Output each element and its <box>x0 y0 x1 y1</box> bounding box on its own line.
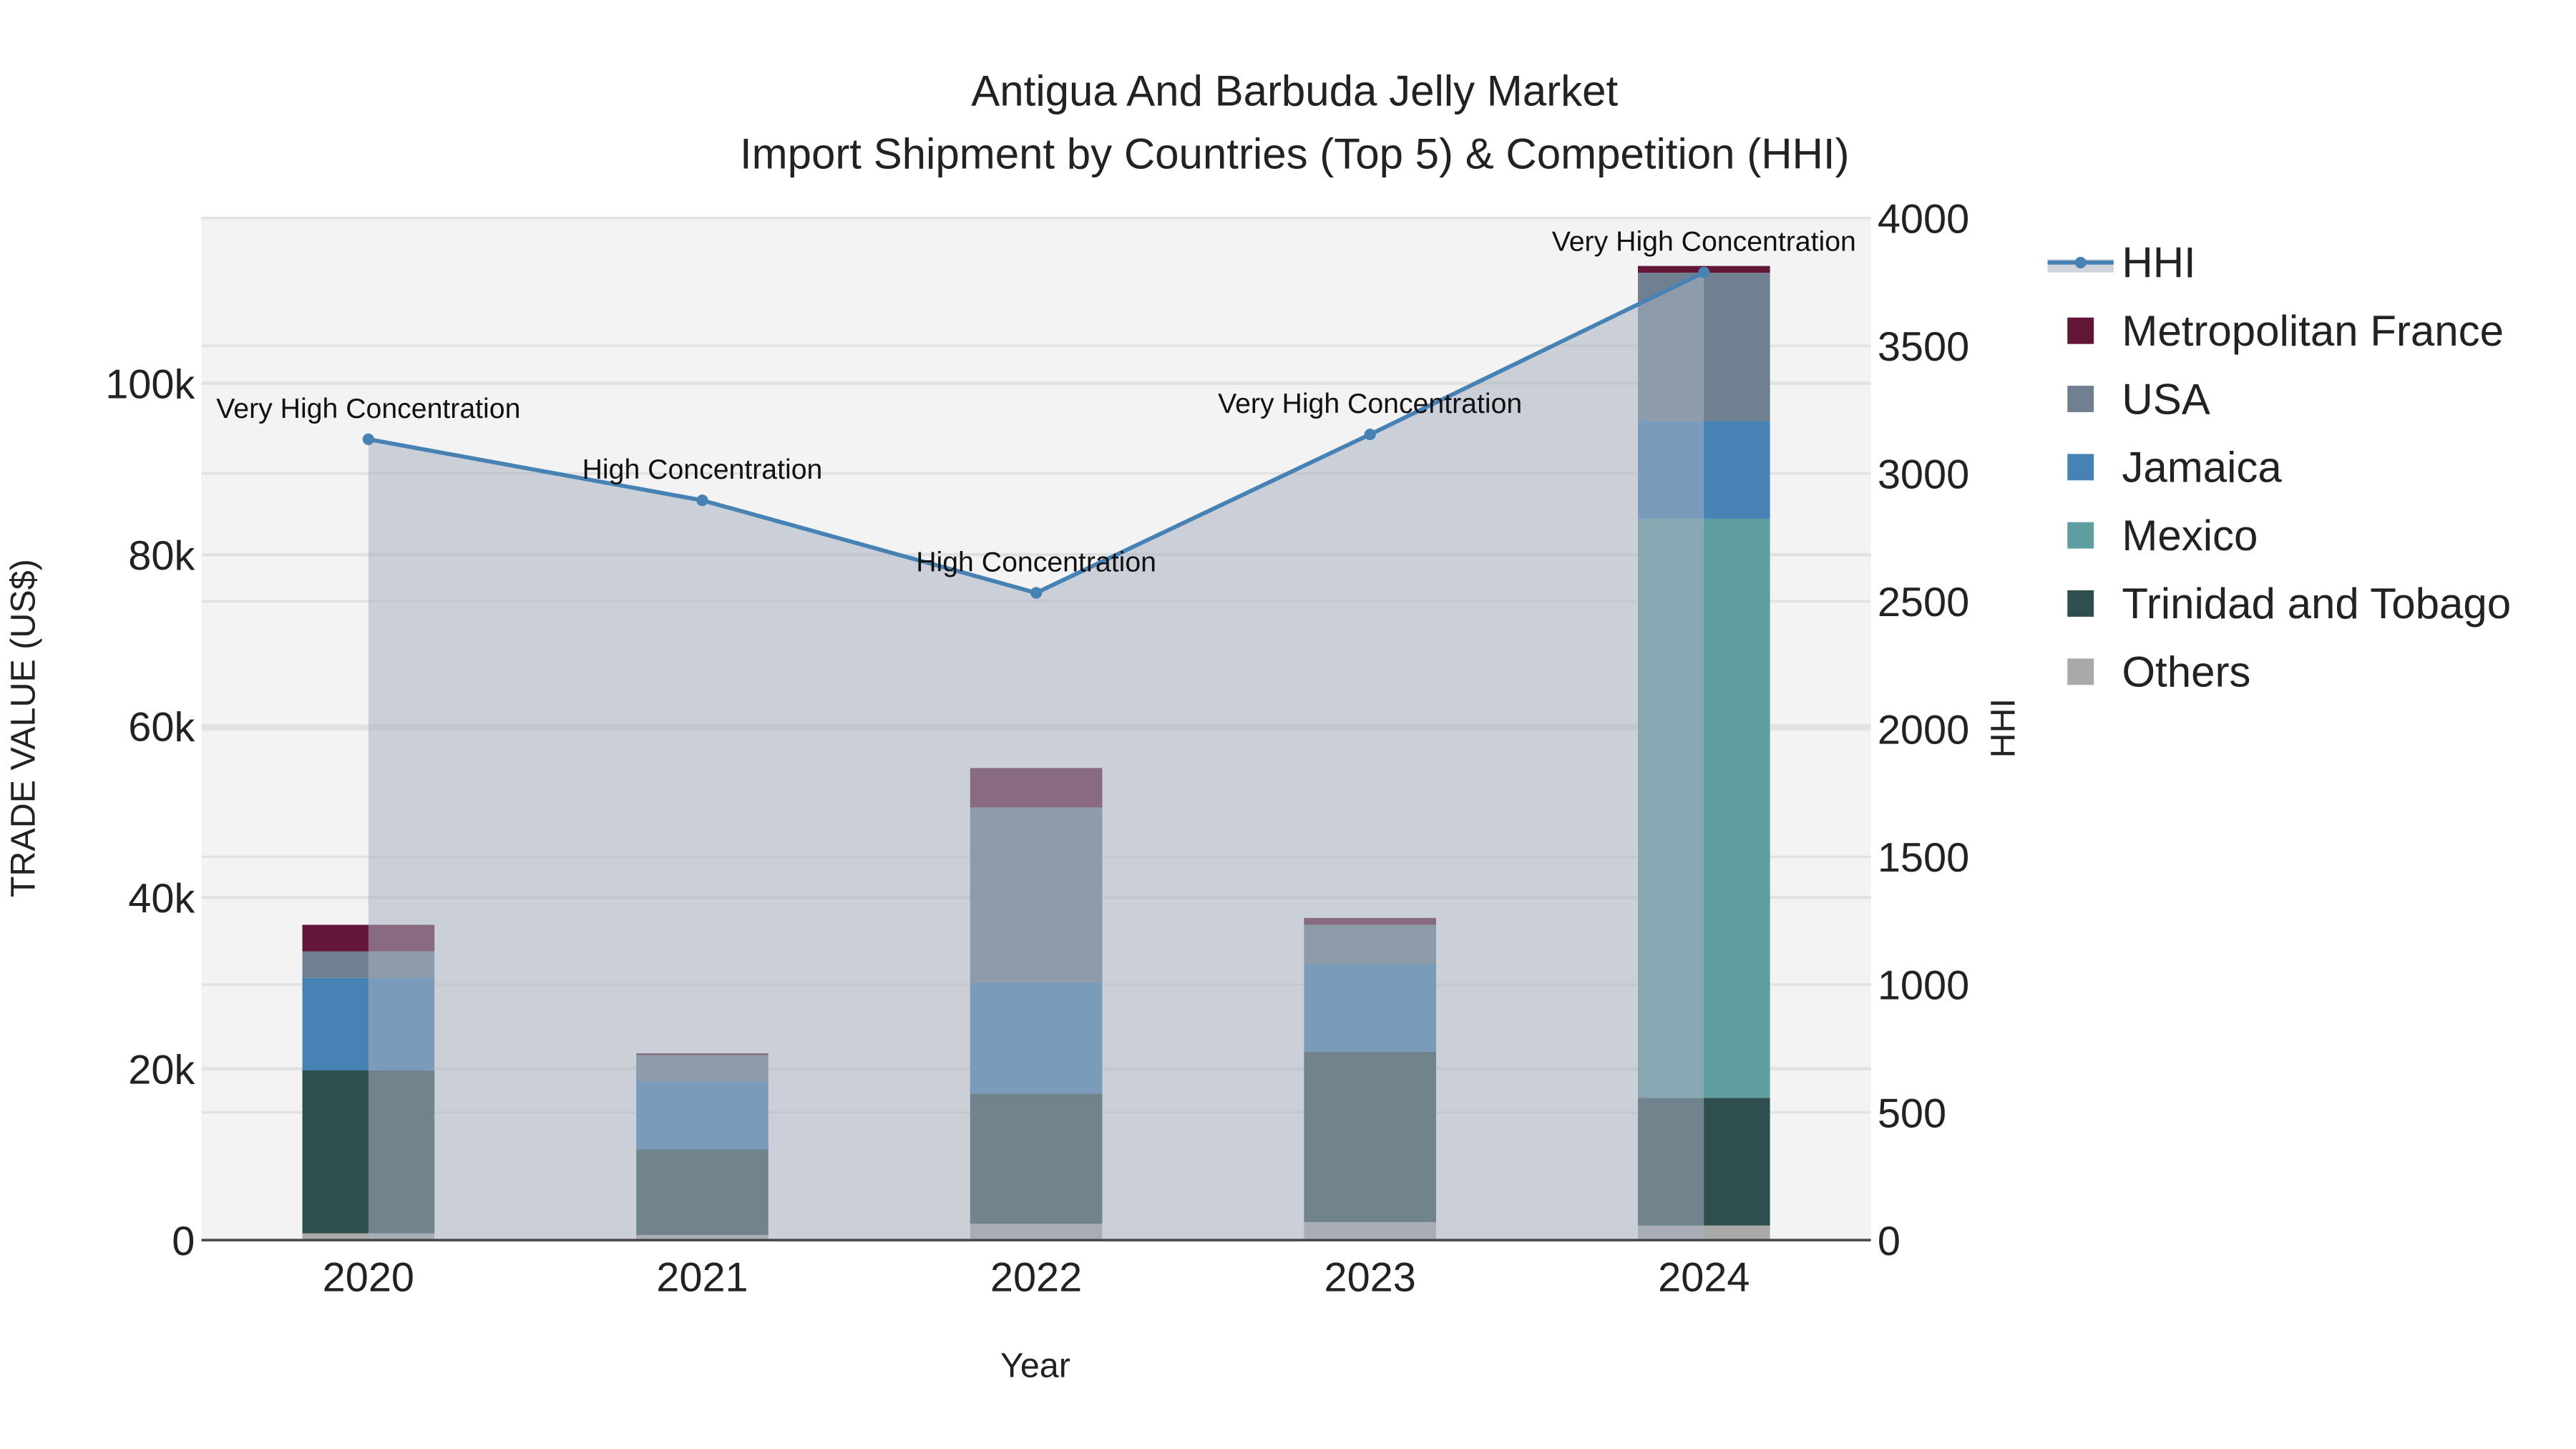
y-tick-label: 40k <box>128 876 195 922</box>
legend-label: USA <box>2122 375 2210 423</box>
y-tick-label: 100k <box>105 361 195 407</box>
y2-tick-label: 2000 <box>1878 708 1969 753</box>
hhi-point <box>1698 266 1710 278</box>
legend-label: Jamaica <box>2122 444 2282 492</box>
y2-tick-label: 3000 <box>1878 452 1969 498</box>
y2-tick-label: 4000 <box>1878 196 1969 242</box>
x-tick-label: 2023 <box>1324 1255 1416 1301</box>
legend-hhi-marker <box>2074 256 2087 268</box>
y2-tick-label: 0 <box>1878 1219 1901 1264</box>
legend-label: Mexico <box>2122 512 2258 560</box>
x-tick-label: 2021 <box>656 1255 748 1301</box>
hhi-annotation: High Concentration <box>582 454 823 485</box>
y-tick-label: 0 <box>172 1219 195 1264</box>
hhi-point <box>696 494 708 507</box>
y2-tick-label: 2500 <box>1878 580 1969 625</box>
chart-subtitle: Import Shipment by Countries (Top 5) & C… <box>740 130 1850 177</box>
legend-swatch <box>2067 590 2094 617</box>
y-axis-title: TRADE VALUE (US$) <box>4 559 42 897</box>
hhi-point <box>1364 429 1376 441</box>
legend-label: Metropolitan France <box>2122 307 2504 355</box>
y-tick-label: 80k <box>128 533 195 579</box>
y-tick-label: 20k <box>128 1047 195 1093</box>
y-tick-label: 60k <box>128 704 195 750</box>
legend-swatch <box>2067 317 2094 344</box>
x-tick-label: 2024 <box>1658 1255 1750 1301</box>
legend-swatch <box>2067 658 2094 686</box>
y2-tick-label: 3500 <box>1878 324 1969 370</box>
legend-label: Others <box>2122 648 2250 696</box>
chart-title: Antigua And Barbuda Jelly Market <box>971 67 1618 115</box>
y2-tick-label: 1500 <box>1878 835 1969 881</box>
x-axis-title: Year <box>1000 1347 1070 1385</box>
legend-swatch <box>2067 522 2094 549</box>
x-tick-label: 2020 <box>323 1255 414 1301</box>
legend-label: HHI <box>2122 239 2195 287</box>
y2-tick-label: 500 <box>1878 1091 1946 1136</box>
hhi-annotation: Very High Concentration <box>1552 226 1856 258</box>
hhi-point <box>1030 587 1043 599</box>
legend-label: Trinidad and Tobago <box>2122 580 2511 628</box>
hhi-annotation: High Concentration <box>916 547 1156 578</box>
hhi-point <box>362 433 374 445</box>
legend-swatch <box>2067 386 2094 412</box>
hhi-annotation: Very High Concentration <box>216 393 520 424</box>
legend-swatch <box>2067 454 2094 481</box>
y2-tick-label: 1000 <box>1878 963 1969 1009</box>
hhi-annotation: Very High Concentration <box>1218 388 1522 419</box>
x-tick-label: 2022 <box>990 1255 1082 1301</box>
chart: Very High Concentration High Concentratio… <box>0 0 2576 1449</box>
y2-axis-title: HHI <box>1984 698 2022 758</box>
